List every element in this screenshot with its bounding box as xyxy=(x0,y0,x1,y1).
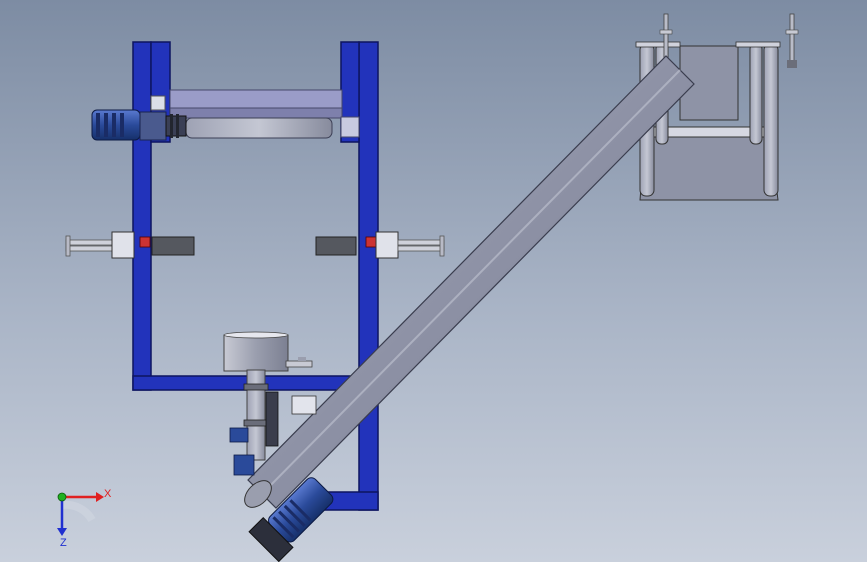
cad-viewport[interactable]: X Z xyxy=(0,0,867,562)
x-axis-arrow-icon xyxy=(96,492,104,502)
upper-drive-shaft[interactable] xyxy=(185,117,333,139)
frame-right-post[interactable] xyxy=(358,41,379,511)
y-axis-dot-icon xyxy=(57,492,67,502)
x-axis-label: X xyxy=(104,488,112,500)
hopper-cone xyxy=(639,135,779,201)
left-clamp-assembly[interactable] xyxy=(65,231,195,259)
vertical-down-pipe[interactable] xyxy=(243,369,269,461)
right-clamp-assembly[interactable] xyxy=(315,231,445,259)
z-axis-label: Z xyxy=(60,537,67,549)
mixing-drum[interactable] xyxy=(223,331,313,372)
hopper-leg-right-a xyxy=(763,43,779,197)
hopper-leg-right-b xyxy=(749,43,763,145)
z-axis-arrow-icon xyxy=(57,528,67,536)
frame-left-post[interactable] xyxy=(132,41,152,391)
hopper-bolt-right xyxy=(789,13,795,65)
axis-triad: X Z xyxy=(57,488,112,549)
